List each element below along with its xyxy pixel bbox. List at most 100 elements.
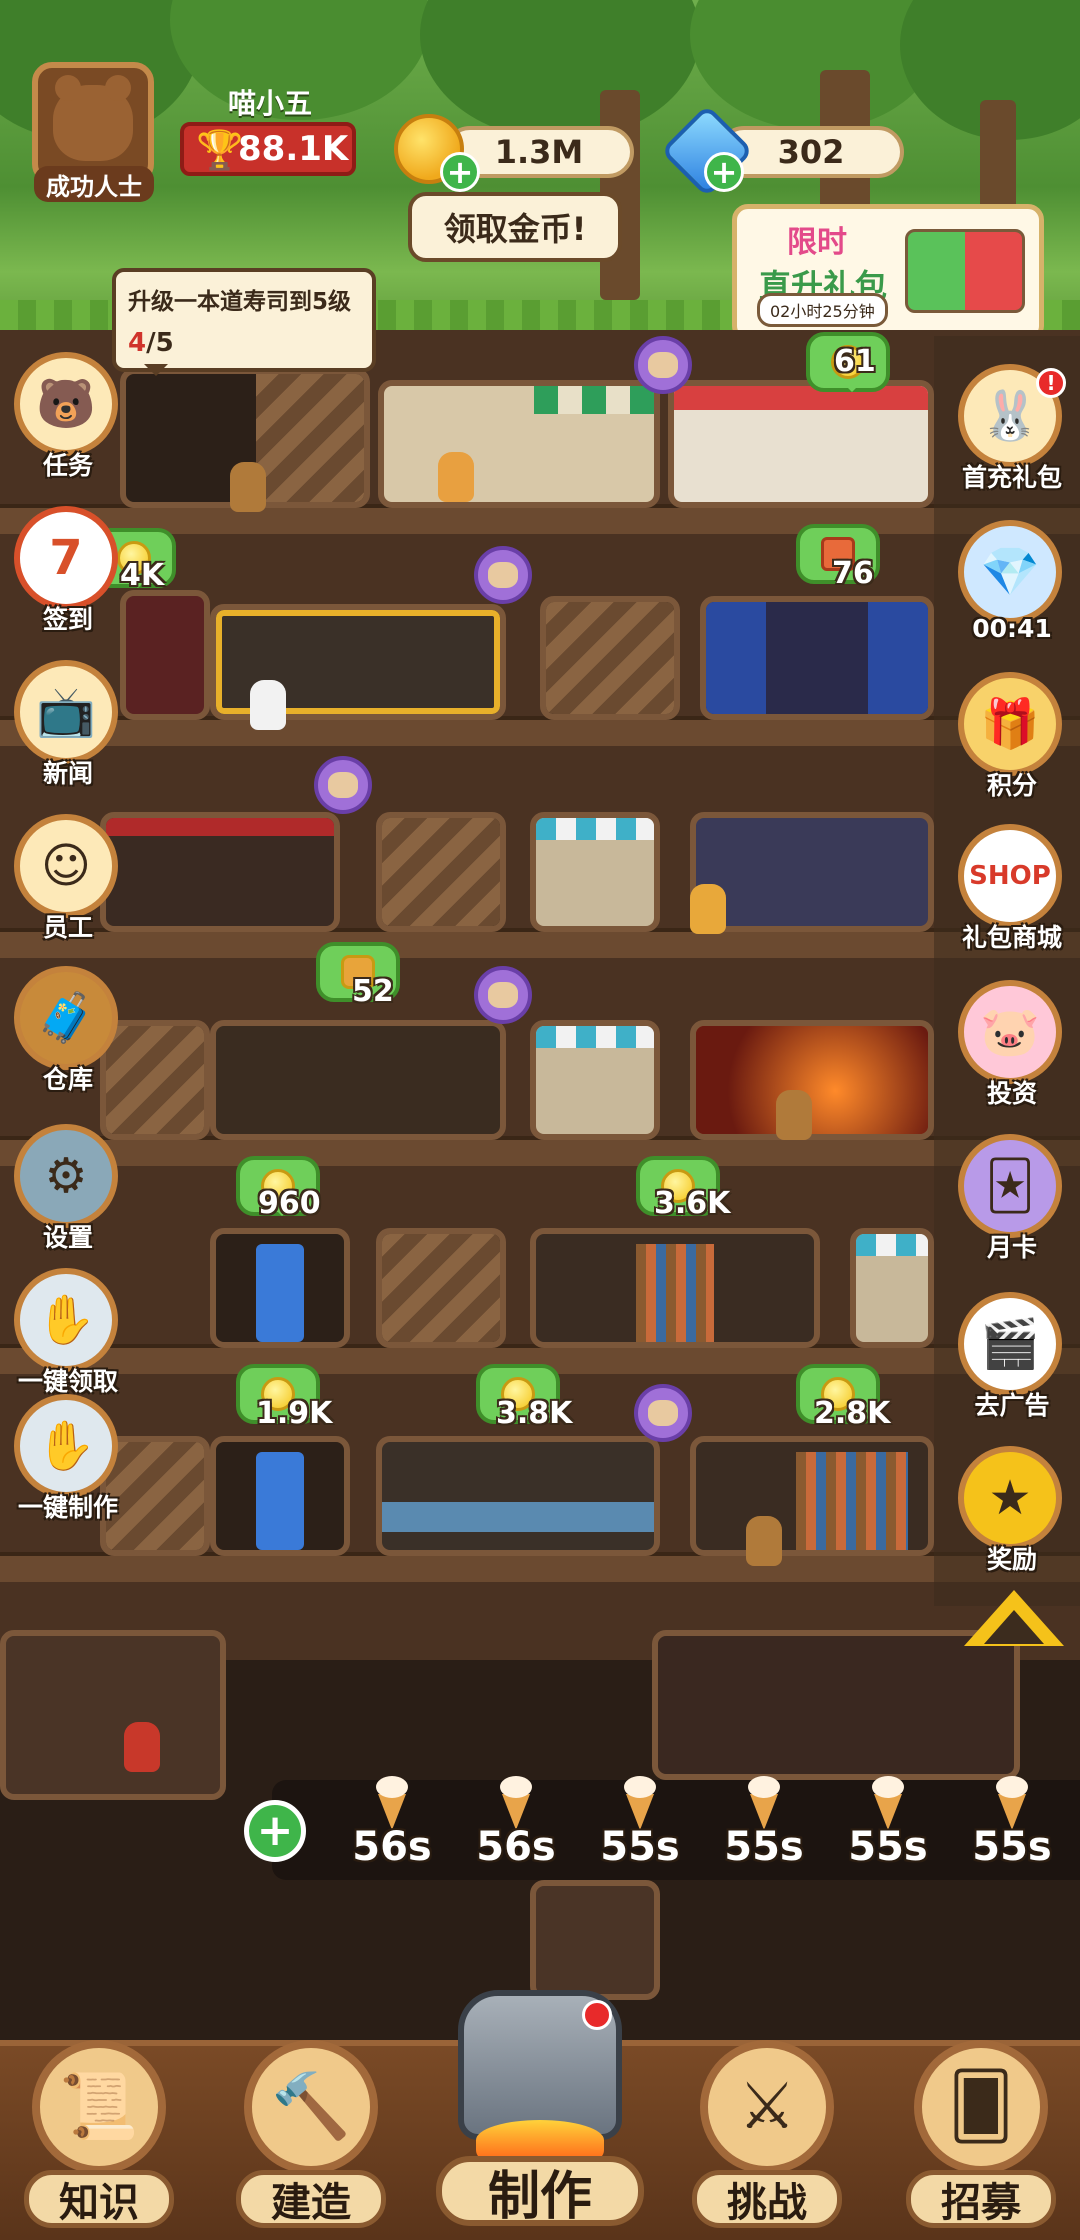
queue-slot[interactable]: 56s	[456, 1776, 576, 1880]
bear-face-icon	[53, 75, 133, 161]
queue-slot[interactable]: 55s	[952, 1776, 1072, 1880]
news-icon: 📺	[14, 660, 118, 764]
dorm-room[interactable]	[530, 812, 660, 932]
dig-site-cave[interactable]	[652, 1630, 1020, 1780]
recruit-card-icon: 🂠	[914, 2040, 1048, 2174]
task-hint-bubble[interactable]: 升级一本道寿司到5级 4/5	[112, 268, 376, 376]
stairwell-room[interactable]	[376, 812, 506, 932]
stairwell-room[interactable]	[540, 596, 680, 720]
warehouse-button[interactable]: 🧳 仓库	[8, 966, 118, 1102]
staff-button[interactable]: ☺ 员工	[8, 814, 118, 950]
month-card-icon: 🃏	[958, 1134, 1062, 1238]
month-card-button[interactable]: 🃏 月卡	[952, 1134, 1062, 1270]
checkin-button[interactable]: 7 签到	[8, 506, 118, 642]
pumpkin-shop-room[interactable]	[210, 1020, 506, 1140]
queue-timer: 55s	[848, 1824, 928, 1870]
settings-button[interactable]: ⚙ 设置	[8, 1124, 118, 1260]
task-label: 任务	[42, 451, 93, 480]
add-gems-button[interactable]: +	[704, 152, 744, 192]
adventure-room[interactable]	[690, 1020, 934, 1140]
tree-canopy	[420, 0, 700, 140]
stairwell-room[interactable]	[376, 1228, 506, 1348]
worker-character	[776, 1090, 812, 1140]
invest-button[interactable]: 🐷 投资	[952, 980, 1062, 1116]
collect-coins-button[interactable]: 领取金币!	[408, 192, 622, 262]
warehouse-label: 仓库	[42, 1065, 93, 1094]
reward-button[interactable]: ★ 奖励	[952, 1446, 1062, 1582]
staff-icon: ☺	[14, 814, 118, 918]
curtain	[868, 602, 928, 714]
stage-room[interactable]	[700, 596, 934, 720]
nav-knowledge[interactable]: 📜 知识	[14, 2030, 184, 2240]
staff-badge-icon[interactable]	[474, 546, 532, 604]
queue-slot[interactable]: 55s	[580, 1776, 700, 1880]
collect-all-button[interactable]: ✋ 一键领取	[8, 1268, 118, 1404]
staff-badge-icon[interactable]	[634, 1384, 692, 1442]
piggy-bank-icon: 🐷	[958, 980, 1062, 1084]
office-banner	[674, 386, 928, 410]
remove-ads-button[interactable]: 🎬 去广告	[952, 1292, 1062, 1428]
production-count: 3.8K	[496, 1396, 573, 1431]
task-button[interactable]: 🐻 任务	[8, 352, 118, 488]
pot-indicator-dot	[582, 2000, 612, 2030]
make-all-label: 一键制作	[17, 1493, 118, 1522]
production-count: 4K	[120, 558, 165, 593]
points-label: 积分	[986, 771, 1037, 800]
library-room[interactable]	[530, 1228, 820, 1348]
gem-offer-timer: 00:41	[972, 614, 1052, 643]
arcade-room[interactable]	[210, 1228, 350, 1348]
well-room[interactable]	[690, 812, 934, 932]
staff-badge-icon[interactable]	[474, 966, 532, 1024]
queue-timer: 55s	[600, 1824, 680, 1870]
hammer-icon: 🔨	[244, 2040, 378, 2174]
add-queue-slot-button[interactable]: +	[244, 1800, 306, 1862]
queue-timer: 56s	[476, 1824, 556, 1870]
task-icon: 🐻	[14, 352, 118, 456]
gem-offer-button[interactable]: 💎 00:41	[952, 520, 1062, 656]
remove-ads-label: 去广告	[974, 1391, 1050, 1420]
nav-recruit-label: 招募	[906, 2170, 1056, 2228]
gift-shop-button[interactable]: SHOP 礼包商城	[952, 824, 1062, 960]
add-coins-button[interactable]: +	[440, 152, 480, 192]
reward-label: 奖励	[986, 1545, 1037, 1574]
worker-character	[438, 452, 474, 502]
checkin-label: 签到	[42, 605, 93, 634]
news-button[interactable]: 📺 新闻	[8, 660, 118, 796]
limited-gift-pack-banner[interactable]: 限时 直升礼包 02小时25分钟	[732, 204, 1044, 342]
warehouse-icon: 🧳	[14, 966, 118, 1070]
collapse-menu-arrow-icon[interactable]	[964, 1590, 1064, 1646]
worker-character	[690, 884, 726, 934]
queue-slot[interactable]: 55s	[828, 1776, 948, 1880]
queue-slot[interactable]: 56s	[332, 1776, 452, 1880]
dining-room[interactable]	[100, 812, 340, 932]
nav-build[interactable]: 🔨 建造	[226, 2030, 396, 2240]
theater-room-edge[interactable]	[120, 590, 210, 720]
news-label: 新闻	[42, 759, 93, 788]
nav-recruit[interactable]: 🂠 招募	[896, 2030, 1066, 2240]
make-all-button[interactable]: ✋ 一键制作	[8, 1394, 118, 1530]
dorm-room[interactable]	[530, 1020, 660, 1140]
curtain	[706, 602, 766, 714]
dorm-awning	[856, 1234, 928, 1256]
queue-slot[interactable]: 55s	[704, 1776, 824, 1880]
points-button[interactable]: 🎁 积分	[952, 672, 1062, 808]
staff-badge-icon[interactable]	[314, 756, 372, 814]
staff-label: 员工	[42, 913, 93, 942]
nav-challenge[interactable]: ⚔ 挑战	[682, 2030, 852, 2240]
office-room[interactable]	[668, 380, 934, 508]
floor-divider	[0, 716, 1080, 746]
production-count: 52	[352, 974, 394, 1009]
queue-timer: 56s	[352, 1824, 432, 1870]
arcade-room[interactable]	[210, 1436, 350, 1556]
task-text: 升级一本道寿司到5级	[128, 289, 352, 315]
collect-all-label: 一键领取	[17, 1367, 118, 1396]
steam-kitchen-room[interactable]	[376, 1436, 660, 1556]
library-room[interactable]	[690, 1436, 934, 1556]
nav-make[interactable]: 制作	[436, 1980, 644, 2240]
staff-badge-icon[interactable]	[634, 336, 692, 394]
worker-character	[250, 680, 286, 730]
points-gift-icon: 🎁	[958, 672, 1062, 776]
dorm-room[interactable]	[850, 1228, 934, 1348]
restaurant-room[interactable]	[378, 380, 660, 508]
unexplored-cave[interactable]	[0, 1630, 226, 1800]
